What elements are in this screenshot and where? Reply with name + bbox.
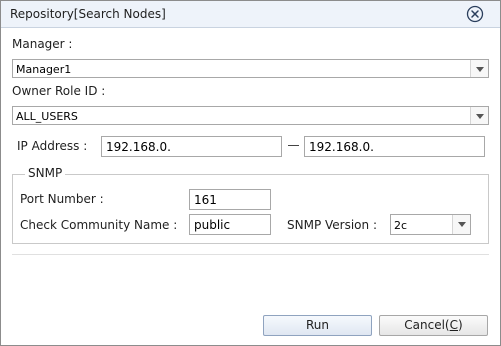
owner-role-select[interactable]: ALL_USERS [12,106,489,125]
cancel-button[interactable]: Cancel(C) [379,315,488,336]
chevron-down-icon[interactable] [470,107,488,124]
owner-role-label: Owner Role ID : [12,84,106,98]
chevron-down-icon[interactable] [470,60,488,77]
dialog-title: Repository[Search Nodes] [10,7,166,21]
run-button[interactable]: Run [263,315,372,336]
port-number-input[interactable]: 161 [189,189,271,210]
search-nodes-dialog: Repository[Search Nodes] Manager : Manag… [0,0,501,346]
snmp-legend: SNMP [25,166,66,180]
snmp-version-select[interactable]: 2c [390,214,471,235]
snmp-version-label: SNMP Version : [287,218,377,232]
close-icon[interactable] [466,5,484,23]
manager-select[interactable]: Manager1 [12,59,489,78]
ip-to-input[interactable]: 192.168.0. [304,136,485,157]
footer-divider [12,254,489,255]
cancel-mnemonic: C [449,318,459,332]
manager-label: Manager : [12,37,73,51]
chevron-down-icon[interactable] [452,215,470,234]
community-name-input[interactable]: public [189,214,271,235]
ip-address-label: IP Address : [17,139,88,153]
run-button-label: Run [305,318,329,332]
snmp-version-value: 2c [394,219,408,232]
cancel-button-suffix: ) [458,318,463,332]
community-name-label: Check Community Name : [20,218,178,232]
range-separator [288,145,299,146]
cancel-button-label: Cancel( [404,318,450,332]
port-number-label: Port Number : [20,192,104,206]
owner-role-value: ALL_USERS [16,110,78,123]
ip-from-input[interactable]: 192.168.0. [101,136,282,157]
manager-value: Manager1 [16,63,72,76]
title-bar: Repository[Search Nodes] [1,1,500,28]
